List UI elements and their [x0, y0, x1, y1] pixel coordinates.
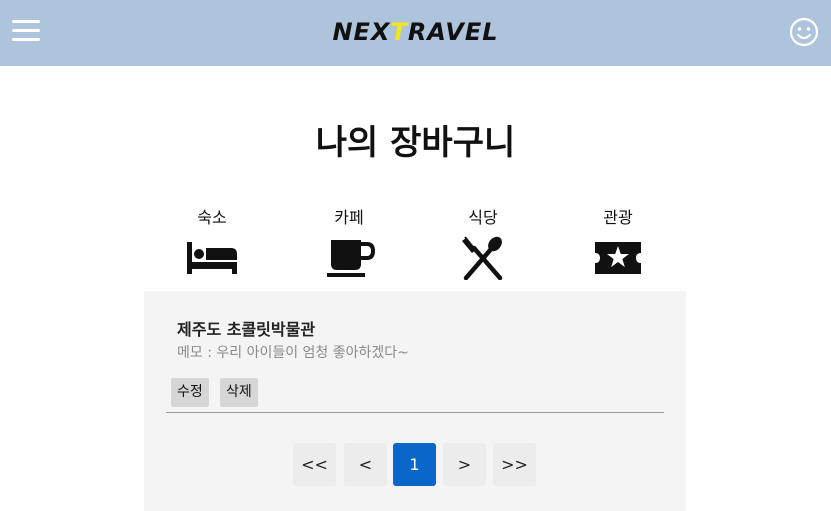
cart-item-name: 제주도 초콜릿박물관 [177, 320, 316, 339]
pagination-prev-button[interactable]: < [344, 443, 387, 486]
category-label: 숙소 [197, 208, 227, 227]
logo-part-2: RAVEL [407, 18, 499, 46]
logo-part-highlight: T [390, 18, 408, 46]
delete-button[interactable]: 삭제 [220, 378, 258, 407]
logo-part-1: NEX [332, 18, 391, 46]
pagination-page-1[interactable]: 1 [393, 443, 436, 486]
category-label: 카페 [334, 208, 364, 227]
item-divider [166, 412, 664, 413]
ticket-star-icon [595, 242, 641, 274]
pagination-last-button[interactable]: >> [493, 443, 536, 486]
coffee-cup-icon [327, 240, 376, 277]
pagination-next-button[interactable]: > [443, 443, 486, 486]
edit-button[interactable]: 수정 [171, 378, 209, 407]
page-title: 나의 장바구니 [315, 123, 516, 163]
category-restaurant[interactable]: 식당 [443, 204, 523, 280]
top-navigation-bar: NEXTRAVEL [0, 0, 831, 66]
utensils-icon [462, 236, 503, 280]
category-lodging[interactable]: 숙소 [172, 204, 252, 280]
site-logo[interactable]: NEXTRAVEL [0, 18, 831, 46]
category-label: 관광 [603, 208, 633, 227]
cart-item-memo: 메모 : 우리 아이들이 엄청 좋아하겠다~ [177, 345, 409, 361]
category-cafe[interactable]: 카페 [309, 204, 389, 280]
smiley-face-icon[interactable] [789, 17, 819, 47]
category-tourism[interactable]: 관광 [578, 204, 658, 280]
bed-icon [187, 242, 237, 274]
category-label: 식당 [468, 208, 498, 227]
pagination-first-button[interactable]: << [293, 443, 336, 486]
